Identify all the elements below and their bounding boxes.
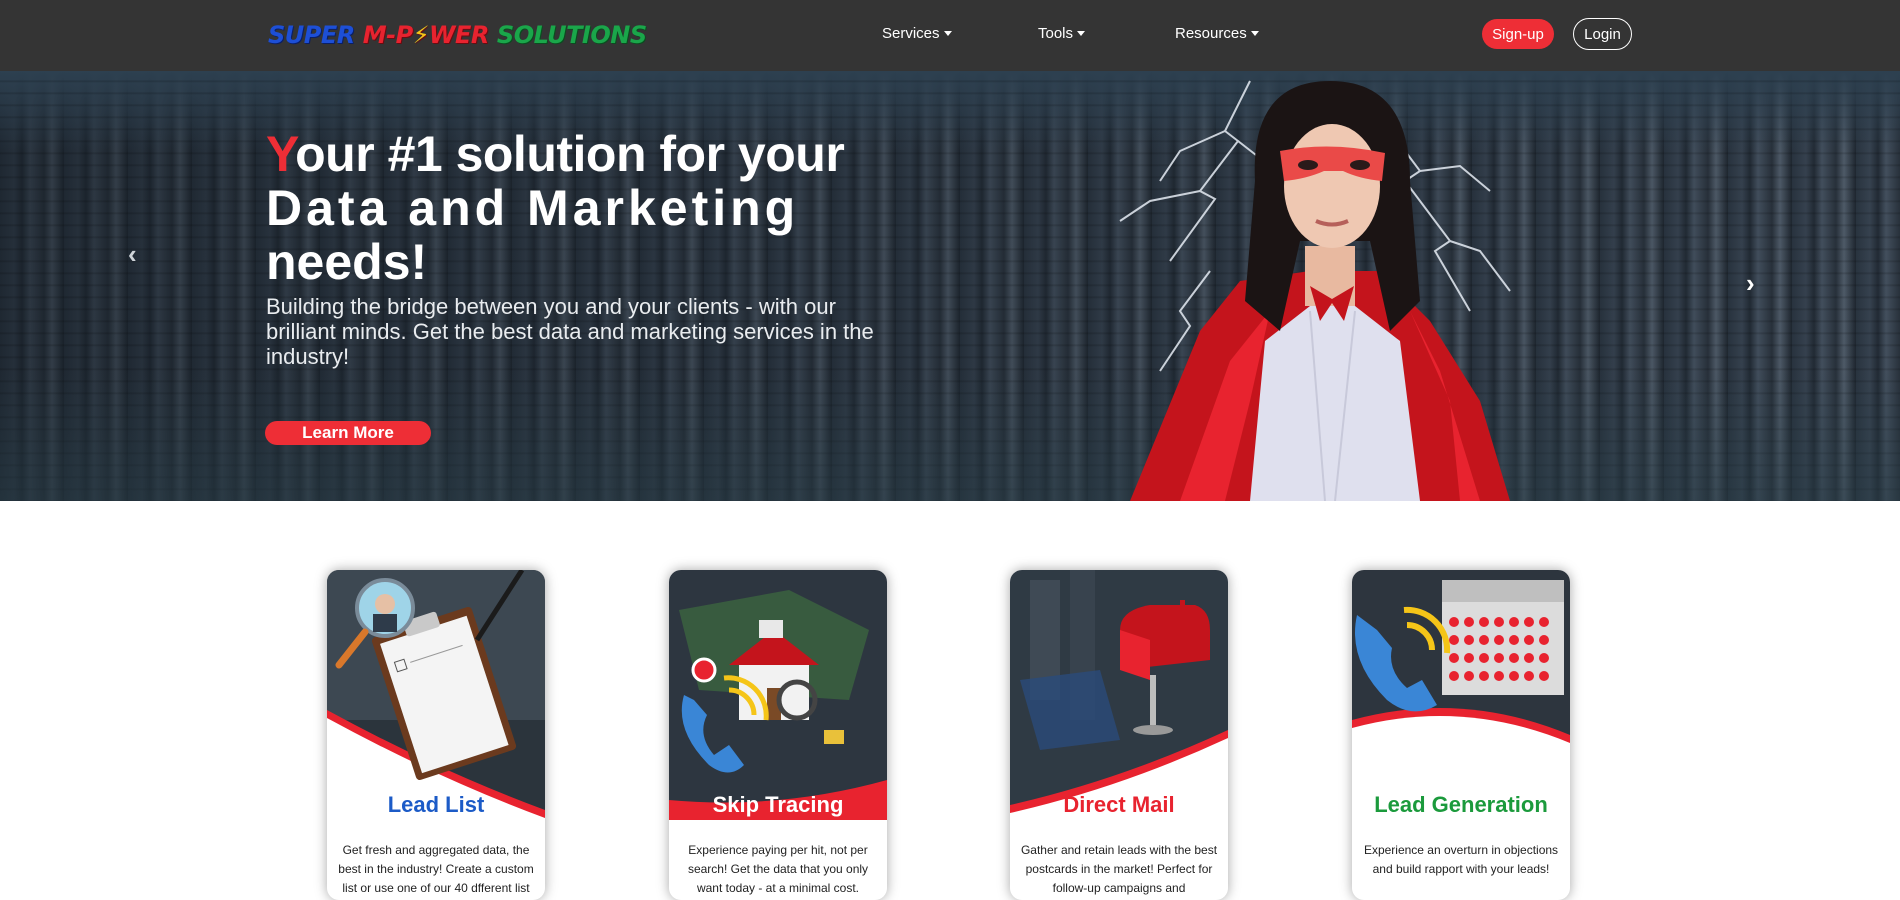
logo-word-super: SUPER bbox=[268, 21, 355, 49]
mailbox-icon bbox=[1010, 570, 1228, 820]
house-phone-icon bbox=[669, 570, 887, 820]
caret-down-icon bbox=[943, 30, 952, 36]
nav-menu-tools-label: Tools bbox=[1038, 24, 1074, 42]
card-description-lead-generation: Experience an overturn in objections and… bbox=[1363, 843, 1559, 876]
signup-button[interactable]: Sign-up bbox=[1482, 19, 1554, 49]
logo-word-mpower: M-P⚡WER bbox=[362, 21, 490, 49]
nav-menu-services-label: Services bbox=[882, 24, 940, 42]
phone-calendar-icon bbox=[1352, 570, 1570, 820]
hero-title: Your #1 solution for your Data and Marke… bbox=[266, 127, 906, 289]
top-navbar: SUPER M-P⚡WER SOLUTIONS Services Tools R… bbox=[0, 0, 1900, 71]
hero-subtitle: Building the bridge between you and your… bbox=[266, 294, 874, 369]
card-title-direct-mail: Direct Mail bbox=[1063, 792, 1175, 817]
caret-down-icon bbox=[1250, 30, 1259, 36]
clipboard-magnifier-icon bbox=[327, 570, 545, 820]
nav-menu-resources[interactable]: Resources bbox=[1175, 22, 1259, 44]
login-button[interactable]: Login bbox=[1573, 18, 1632, 50]
nav-menu-resources-label: Resources bbox=[1175, 24, 1247, 42]
lightning-bolt-icon: ⚡ bbox=[412, 21, 430, 49]
learn-more-button[interactable]: Learn More bbox=[265, 421, 431, 445]
card-description-lead-list: Get fresh and aggregated data, the best … bbox=[338, 843, 534, 895]
card-title-skip-tracing: Skip Tracing bbox=[712, 792, 844, 817]
service-card-skip-tracing[interactable]: Skip Tracing Experience paying per hit, … bbox=[669, 570, 887, 900]
service-card-lead-generation[interactable]: Lead Generation Experience an overturn i… bbox=[1352, 570, 1570, 900]
nav-menu-services[interactable]: Services bbox=[882, 22, 952, 44]
chevron-right-icon[interactable]: › bbox=[1746, 268, 1755, 299]
nav-menu-tools[interactable]: Tools bbox=[1038, 22, 1086, 44]
chevron-left-icon[interactable]: ‹ bbox=[128, 239, 137, 270]
hero-title-line2: Data and Marketing bbox=[266, 180, 800, 236]
hero-title-line3: needs! bbox=[266, 234, 428, 290]
card-description-skip-tracing: Experience paying per hit, not per searc… bbox=[687, 843, 869, 895]
caret-down-icon bbox=[1077, 30, 1086, 36]
hero-carousel: Your #1 solution for your Data and Marke… bbox=[0, 71, 1900, 501]
service-card-direct-mail[interactable]: Direct Mail Gather and retain leads with… bbox=[1010, 570, 1228, 900]
superhero-woman-image bbox=[1119, 80, 1511, 501]
card-title-lead-list: Lead List bbox=[387, 792, 485, 817]
card-description-direct-mail: Gather and retain leads with the best po… bbox=[1020, 843, 1218, 895]
card-title-lead-generation: Lead Generation bbox=[1374, 792, 1548, 817]
logo-word-solutions: SOLUTIONS bbox=[496, 21, 647, 49]
brand-logo[interactable]: SUPER M-P⚡WER SOLUTIONS bbox=[268, 18, 647, 52]
service-card-lead-list[interactable]: Lead List Get fresh and aggregated data,… bbox=[327, 570, 545, 900]
hero-title-line1: Your #1 solution for your bbox=[266, 126, 845, 182]
